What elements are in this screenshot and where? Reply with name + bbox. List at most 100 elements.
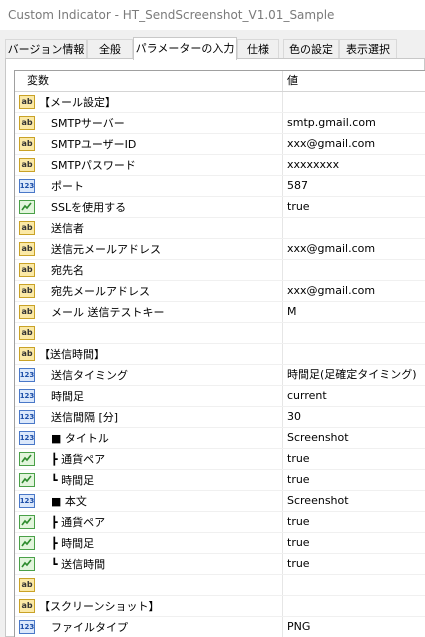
value-cell[interactable]: true (283, 470, 425, 490)
variable-cell: 123 ■ タイトル (15, 428, 283, 448)
value-cell[interactable]: true (283, 197, 425, 217)
parameter-grid: 変数 値 ab 【メール設定】 ab SMTPサーバー smtp.gmail.com ab… (14, 70, 425, 637)
grid-rows: ab 【メール設定】 ab SMTPサーバー smtp.gmail.com ab SMTPユ… (15, 92, 425, 637)
boolean-type-icon (19, 515, 35, 529)
variable-cell: ┗ 時間足 (15, 470, 283, 490)
parameter-row[interactable]: ab (15, 323, 425, 344)
variable-name: 宛先メールアドレス (51, 285, 150, 298)
value-cell[interactable]: M (283, 302, 425, 322)
parameter-row[interactable]: 123 ■ タイトル Screenshot (15, 428, 425, 449)
value-cell[interactable]: true (283, 449, 425, 469)
string-type-icon: ab (19, 305, 35, 319)
variable-name: 時間足 (51, 390, 84, 403)
value-cell[interactable]: Screenshot (283, 491, 425, 511)
value-cell[interactable] (283, 218, 425, 238)
tab-display-selection[interactable]: 表示選択 (339, 39, 397, 58)
parameter-row[interactable]: ab メール 送信テストキー M (15, 302, 425, 323)
parameter-row[interactable]: ab SMTPサーバー smtp.gmail.com (15, 113, 425, 134)
variable-name: 送信間隔 [分] (51, 411, 119, 424)
variable-name: SMTPサーバー (51, 117, 125, 130)
variable-name: 送信者 (51, 222, 84, 235)
parameter-row[interactable]: ab 宛先メールアドレス xxx@gmail.com (15, 281, 425, 302)
value-cell[interactable] (283, 344, 425, 364)
string-type-icon: ab (19, 599, 35, 613)
boolean-type-icon (19, 557, 35, 571)
string-type-icon: ab (19, 158, 35, 172)
header-variable[interactable]: 変数 (15, 71, 283, 91)
parameter-row[interactable]: 123 ■ 本文 Screenshot (15, 491, 425, 512)
tab-color-settings[interactable]: 色の設定 (283, 39, 339, 58)
parameter-row[interactable]: ab 送信元メールアドレス xxx@gmail.com (15, 239, 425, 260)
value-cell[interactable]: Screenshot (283, 428, 425, 448)
variable-name: 送信元メールアドレス (51, 243, 161, 256)
parameter-row[interactable]: ┣ 通貨ペア true (15, 512, 425, 533)
parameter-row[interactable]: 123 時間足 current (15, 386, 425, 407)
variable-cell: 123 送信タイミング (15, 365, 283, 385)
string-type-icon: ab (19, 578, 35, 592)
integer-type-icon: 123 (19, 368, 35, 382)
value-cell[interactable]: PNG (283, 617, 425, 637)
integer-type-icon: 123 (19, 179, 35, 193)
parameter-row[interactable]: ab 送信者 (15, 218, 425, 239)
value-cell[interactable] (283, 575, 425, 595)
tab-specification[interactable]: 仕様 (237, 39, 279, 58)
value-cell[interactable]: xxx@gmail.com (283, 239, 425, 259)
variable-cell: ab 送信者 (15, 218, 283, 238)
variable-cell: ┣ 通貨ペア (15, 512, 283, 532)
parameter-row[interactable]: SSLを使用する true (15, 197, 425, 218)
parameter-row[interactable]: ab 【スクリーンショット】 (15, 596, 425, 617)
variable-cell: ┗ 送信時間 (15, 554, 283, 574)
parameter-row[interactable]: ab 【送信時間】 (15, 344, 425, 365)
parameter-row[interactable]: ab 【メール設定】 (15, 92, 425, 113)
integer-type-icon: 123 (19, 389, 35, 403)
parameter-row[interactable]: 123 ポート 587 (15, 176, 425, 197)
variable-cell: 123 ファイルタイプ (15, 617, 283, 637)
tab-version-info[interactable]: バージョン情報 (5, 39, 87, 58)
variable-name: ┗ 送信時間 (51, 558, 106, 571)
string-type-icon: ab (19, 242, 35, 256)
value-cell[interactable]: xxxxxxxx (283, 155, 425, 175)
parameter-row[interactable]: ab (15, 575, 425, 596)
tab-general[interactable]: 全般 (87, 39, 133, 58)
parameter-row[interactable]: ┣ 時間足 true (15, 533, 425, 554)
value-cell[interactable] (283, 260, 425, 280)
value-cell[interactable]: 587 (283, 176, 425, 196)
value-cell[interactable] (283, 323, 425, 343)
value-cell[interactable]: true (283, 554, 425, 574)
value-cell[interactable]: true (283, 512, 425, 532)
variable-cell: ab 宛先名 (15, 260, 283, 280)
variable-cell: ab 【メール設定】 (15, 92, 283, 112)
variable-cell: ab 【送信時間】 (15, 344, 283, 364)
variable-cell: ab 宛先メールアドレス (15, 281, 283, 301)
value-cell[interactable]: true (283, 533, 425, 553)
value-cell[interactable]: xxx@gmail.com (283, 281, 425, 301)
variable-cell: ab 【スクリーンショット】 (15, 596, 283, 616)
value-cell[interactable] (283, 92, 425, 112)
parameter-row[interactable]: ab SMTPユーザーID xxx@gmail.com (15, 134, 425, 155)
parameter-row[interactable]: ┗ 時間足 true (15, 470, 425, 491)
variable-cell: ab 送信元メールアドレス (15, 239, 283, 259)
parameter-row[interactable]: ┣ 通貨ペア true (15, 449, 425, 470)
boolean-type-icon (19, 536, 35, 550)
variable-cell: ┣ 時間足 (15, 533, 283, 553)
parameter-row[interactable]: ┗ 送信時間 true (15, 554, 425, 575)
value-cell[interactable]: xxx@gmail.com (283, 134, 425, 154)
boolean-type-icon (19, 452, 35, 466)
grid-header: 変数 値 (15, 71, 425, 92)
integer-type-icon: 123 (19, 494, 35, 508)
value-cell[interactable] (283, 596, 425, 616)
value-cell[interactable]: smtp.gmail.com (283, 113, 425, 133)
value-cell[interactable]: 30 (283, 407, 425, 427)
value-cell[interactable]: current (283, 386, 425, 406)
variable-name: SMTPパスワード (51, 159, 136, 172)
variable-cell: ┣ 通貨ペア (15, 449, 283, 469)
parameter-row[interactable]: 123 送信タイミング 時間足(足確定タイミング) (15, 365, 425, 386)
value-cell[interactable]: 時間足(足確定タイミング) (283, 365, 425, 385)
tab-parameters[interactable]: パラメーターの入力 (133, 37, 237, 60)
parameter-row[interactable]: ab 宛先名 (15, 260, 425, 281)
variable-name: ファイルタイプ (51, 621, 128, 634)
parameter-row[interactable]: ab SMTPパスワード xxxxxxxx (15, 155, 425, 176)
parameter-row[interactable]: 123 送信間隔 [分] 30 (15, 407, 425, 428)
parameter-row[interactable]: 123 ファイルタイプ PNG (15, 617, 425, 637)
header-value[interactable]: 値 (283, 71, 425, 91)
